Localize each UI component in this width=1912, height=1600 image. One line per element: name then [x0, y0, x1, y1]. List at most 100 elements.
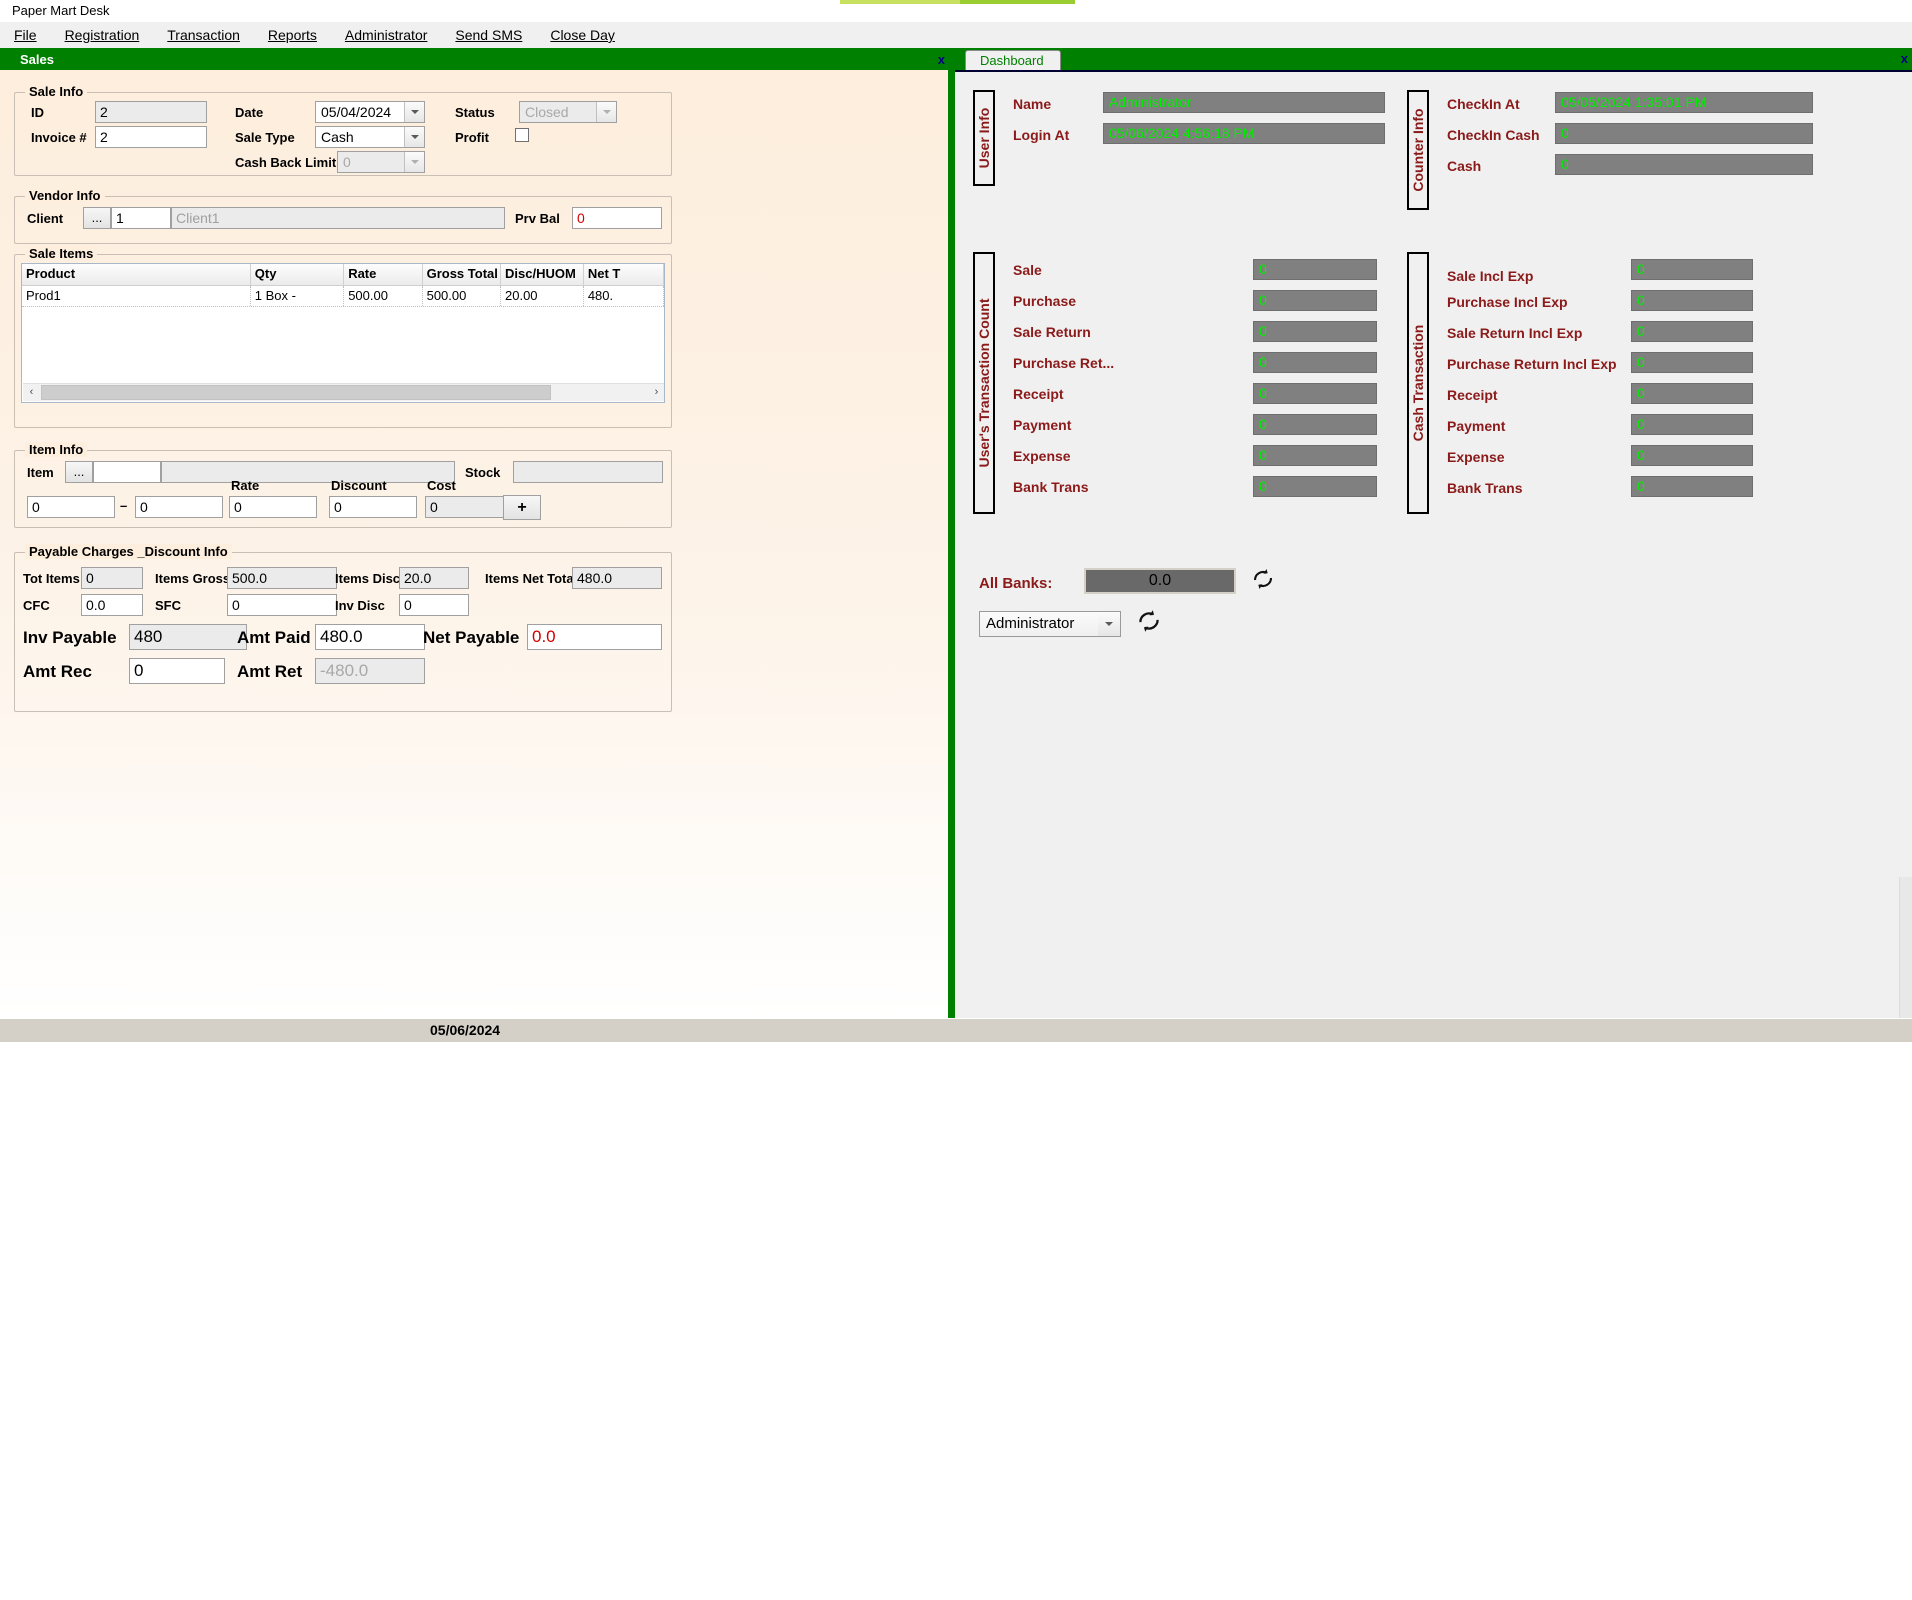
ct-purchase-return-incl-exp-label: Purchase Return Incl Exp	[1447, 356, 1617, 372]
amt-ret-field: -480.0	[315, 658, 425, 684]
chevron-down-icon[interactable]	[404, 102, 424, 122]
amt-rec-field[interactable]: 0	[129, 658, 225, 684]
sfc-field[interactable]: 0	[227, 594, 337, 616]
column-header-qty[interactable]: Qty	[251, 264, 345, 285]
refresh-user-icon[interactable]	[1135, 607, 1163, 635]
qty-from-field[interactable]: 0	[27, 496, 115, 518]
menu-item-transaction[interactable]: Transaction	[153, 27, 254, 43]
chevron-down-icon[interactable]	[404, 127, 424, 147]
table-row[interactable]: Prod1 1 Box - 500.00 500.00 20.00 480.	[22, 286, 664, 307]
inv-payable-label: Inv Payable	[23, 628, 117, 647]
status-label: Status	[455, 105, 495, 120]
utc-expense-value: 0	[1253, 445, 1377, 466]
item-cost-label: Cost	[427, 478, 456, 493]
add-item-button[interactable]: +	[503, 495, 541, 520]
menu-item-send-sms[interactable]: Send SMS	[441, 27, 536, 43]
mdi-workspace: Sales x Sale Info ID 2 Invoice # 2 Date …	[0, 48, 1912, 1077]
cash-back-limit-label: Cash Back Limit	[235, 155, 337, 170]
column-header-net-total[interactable]: Net T	[584, 264, 664, 285]
utc-bank-trans-label: Bank Trans	[1013, 479, 1089, 495]
amt-paid-field[interactable]: 480.0	[315, 624, 425, 650]
chevron-down-icon[interactable]	[1098, 612, 1120, 636]
menu-item-file[interactable]: File	[0, 27, 51, 43]
items-gross-label: Items Gross	[155, 571, 231, 586]
client-name-field: Client1	[171, 207, 505, 229]
items-disc-label: Items Disc	[335, 571, 401, 586]
qty-to-field[interactable]: 0	[135, 496, 223, 518]
client-browse-button[interactable]: ...	[83, 207, 111, 229]
sale-items-legend: Sale Items	[25, 246, 98, 261]
inv-disc-field[interactable]: 0	[399, 594, 469, 616]
user-name-label: Name	[1013, 96, 1052, 112]
items-disc-field: 20.0	[399, 567, 469, 589]
sale-items-grid[interactable]: Product Qty Rate Gross Total Disc/HUOM N…	[21, 263, 665, 403]
sale-type-label: Sale Type	[235, 130, 295, 145]
ct-purchase-incl-exp-label: Purchase Incl Exp	[1447, 294, 1568, 310]
vendor-info-legend: Vendor Info	[25, 188, 105, 203]
menu-item-reports[interactable]: Reports	[254, 27, 331, 43]
date-value: 05/04/2024	[321, 104, 392, 120]
user-transaction-count-group: User's Transaction Count	[973, 252, 995, 514]
user-info-group: User Info	[973, 90, 995, 186]
items-gross-field: 500.0	[227, 567, 337, 589]
refresh-all-banks-icon[interactable]	[1250, 566, 1276, 592]
sale-type-select[interactable]: Cash	[315, 126, 425, 148]
ct-purchase-return-incl-exp-value: 0	[1631, 352, 1753, 373]
sales-window: Sales x Sale Info ID 2 Invoice # 2 Date …	[0, 50, 950, 1018]
window-title-bar: Paper Mart Desk	[0, 0, 1912, 22]
qty-range-dash: –	[120, 498, 128, 513]
scroll-left-icon[interactable]: ‹	[23, 384, 40, 401]
user-select[interactable]: Administrator	[979, 611, 1121, 637]
item-code-field[interactable]	[93, 461, 161, 483]
profit-label: Profit	[455, 130, 489, 145]
item-browse-button[interactable]: ...	[65, 461, 93, 483]
dashboard-body: User Info Name Administrator Login At 05…	[955, 70, 1912, 1077]
item-rate-field[interactable]: 0	[229, 496, 317, 518]
item-discount-field[interactable]: 0	[329, 496, 417, 518]
utc-receipt-label: Receipt	[1013, 386, 1064, 402]
app-title: Paper Mart Desk	[12, 3, 110, 18]
all-banks-label: All Banks:	[979, 575, 1053, 592]
payable-charges-group: Payable Charges _Discount Info Tot Items…	[14, 544, 672, 712]
item-label: Item	[27, 465, 54, 480]
column-header-rate[interactable]: Rate	[344, 264, 423, 285]
cash-transaction-legend: Cash Transaction	[1410, 324, 1426, 442]
column-header-disc-huom[interactable]: Disc/HUOM	[501, 264, 584, 285]
invoice-label: Invoice #	[31, 130, 87, 145]
sale-items-horizontal-scrollbar[interactable]: ‹ ›	[23, 383, 664, 401]
dashboard-close-icon[interactable]: x	[1901, 51, 1908, 66]
status-value: Closed	[525, 104, 569, 120]
menu-item-registration[interactable]: Registration	[51, 27, 154, 43]
cash-back-limit-value: 0	[343, 154, 351, 170]
checkin-cash-value: 0	[1555, 123, 1813, 144]
column-header-product[interactable]: Product	[22, 264, 251, 285]
stock-label: Stock	[465, 465, 501, 480]
column-header-gross-total[interactable]: Gross Total	[423, 264, 501, 285]
ct-payment-label: Payment	[1447, 418, 1506, 434]
cell-disc-huom: 20.00	[501, 286, 584, 306]
tot-items-field: 0	[81, 567, 143, 589]
menu-item-administrator[interactable]: Administrator	[331, 27, 441, 43]
status-bar-date: 05/06/2024	[430, 1022, 501, 1038]
utc-receipt-value: 0	[1253, 383, 1377, 404]
tab-dashboard[interactable]: Dashboard	[965, 50, 1061, 70]
item-info-legend: Item Info	[25, 442, 88, 457]
menu-item-close-day[interactable]: Close Day	[536, 27, 629, 43]
client-id-field[interactable]: 1	[111, 207, 171, 229]
counter-cash-label: Cash	[1447, 158, 1482, 174]
item-rate-label: Rate	[231, 478, 260, 493]
profit-checkbox[interactable]	[515, 128, 529, 142]
sales-window-caption: Sales	[20, 52, 54, 67]
cfc-field[interactable]: 0.0	[81, 594, 143, 616]
utc-purchase-return-value: 0	[1253, 352, 1377, 373]
date-picker[interactable]: 05/04/2024	[315, 101, 425, 123]
invoice-field[interactable]: 2	[95, 126, 207, 148]
sfc-label: SFC	[155, 598, 181, 613]
sale-type-value: Cash	[321, 129, 354, 145]
scrollbar-thumb[interactable]	[41, 385, 551, 400]
amt-rec-label: Amt Rec	[23, 662, 92, 681]
scroll-right-icon[interactable]: ›	[648, 384, 664, 401]
title-accent-bar-highlight	[840, 0, 960, 4]
sales-close-icon[interactable]: x	[938, 52, 945, 67]
date-label: Date	[235, 105, 264, 120]
